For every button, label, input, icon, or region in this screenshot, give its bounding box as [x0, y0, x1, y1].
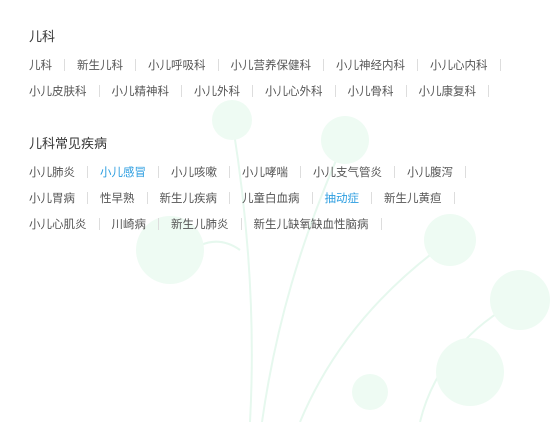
link-item[interactable]: 新生儿科: [77, 57, 148, 83]
link-item[interactable]: 小儿腹泻: [407, 164, 478, 190]
link-label: 小儿心肌炎: [29, 217, 87, 231]
link-label: 新生儿疾病: [159, 191, 218, 205]
link-item[interactable]: 小儿营养保健科: [231, 57, 337, 83]
link-item[interactable]: 性早熟: [100, 190, 160, 216]
link-label: 小儿肺炎: [29, 165, 75, 179]
link-label: 小儿精神科: [111, 84, 170, 98]
link-item[interactable]: 小儿支气管炎: [313, 164, 407, 190]
section-common-diseases: 儿科常见疾病 小儿肺炎 小儿感冒 小儿咳嗽 小儿哮喘 小儿支气管炎 小儿腹泻 小儿胃病 性早熟新…: [29, 135, 539, 242]
link-separator: [64, 59, 65, 71]
link-label: 小儿神经内科: [336, 58, 405, 72]
link-item[interactable]: 川崎病: [112, 216, 172, 242]
link-label: 小儿咳嗽: [171, 165, 217, 179]
link-label: 川崎病: [111, 217, 147, 231]
link-separator: [181, 85, 182, 97]
link-label: 小儿支气管炎: [313, 165, 382, 179]
link-separator: [465, 166, 466, 178]
link-label: 小儿腹泻: [407, 165, 453, 179]
link-item[interactable]: 小儿肺炎: [29, 164, 100, 190]
link-item[interactable]: 小儿骨科: [348, 83, 419, 109]
link-label: 儿童白血病: [242, 191, 300, 205]
link-separator: [146, 192, 148, 204]
link-label: 新生儿科: [77, 58, 123, 72]
link-item[interactable]: 新生儿缺氧缺血性脑病: [254, 216, 394, 242]
link-item[interactable]: 新生儿疾病: [160, 190, 243, 216]
link-separator: [453, 192, 455, 204]
link-label: 小儿胃病: [29, 191, 75, 205]
link-separator: [229, 166, 230, 178]
link-separator: [87, 192, 88, 204]
link-label: 新生儿黄疸: [384, 191, 442, 205]
link-separator: [380, 218, 382, 230]
link-label: 新生儿缺氧缺血性脑病: [253, 217, 369, 231]
link-label: 小儿皮肤科: [29, 84, 87, 98]
link-label: 小儿外科: [194, 84, 240, 98]
link-label: 小儿呼吸科: [148, 58, 206, 72]
link-label: 小儿康复科: [418, 84, 477, 98]
link-separator: [300, 166, 301, 178]
link-item[interactable]: 儿科: [29, 57, 77, 83]
link-item[interactable]: 小儿外科: [194, 83, 265, 109]
link-item[interactable]: 新生儿肺炎: [171, 216, 254, 242]
link-list: 小儿肺炎 小儿感冒 小儿咳嗽 小儿哮喘 小儿支气管炎 小儿腹泻小儿胃病 性早熟 新生儿疾病 儿童…: [29, 164, 534, 242]
link-separator: [158, 218, 159, 230]
link-item[interactable]: 小儿呼吸科: [148, 57, 231, 83]
link-item[interactable]: 小儿神经内科: [336, 57, 430, 83]
bg-flower: [490, 270, 550, 330]
link-separator: [405, 85, 407, 97]
link-item[interactable]: 小儿精神科: [112, 83, 195, 109]
link-separator: [217, 59, 219, 71]
link-separator: [252, 85, 253, 97]
link-item[interactable]: 新生儿黄疸: [384, 190, 467, 216]
bg-flower: [352, 374, 388, 410]
link-item[interactable]: 小儿心内科: [430, 57, 513, 83]
link-separator: [158, 166, 159, 178]
link-separator: [229, 192, 230, 204]
link-separator: [87, 166, 88, 178]
link-label: 小儿感冒: [100, 165, 146, 179]
link-list: 儿科 新生儿科 小儿呼吸科 小儿营养保健科 小儿神经内科 小儿心内科小儿皮肤科 小儿精神科 小…: [29, 57, 534, 109]
link-item[interactable]: 小儿康复科: [419, 83, 502, 109]
link-label: 小儿哮喘: [242, 165, 288, 179]
link-separator: [240, 218, 242, 230]
link-label: 小儿骨科: [347, 84, 394, 98]
link-item[interactable]: 小儿哮喘: [242, 164, 313, 190]
link-separator: [394, 166, 395, 178]
section-title: 儿科: [29, 30, 56, 45]
link-separator: [417, 59, 418, 71]
section-departments: 儿科 儿科 新生儿科 小儿呼吸科 小儿营养保健科 小儿神经内科 小儿心内科 小儿皮肤科 小儿精神…: [29, 28, 539, 109]
link-item[interactable]: 儿童白血病: [242, 190, 325, 216]
link-label: 小儿心内科: [430, 58, 488, 72]
link-item[interactable]: 小儿感冒: [100, 164, 171, 190]
link-item[interactable]: 小儿心外科: [265, 83, 348, 109]
link-separator: [334, 85, 336, 97]
link-separator: [135, 59, 136, 71]
link-label: 儿科: [29, 58, 52, 72]
link-item[interactable]: 小儿皮肤科: [29, 83, 112, 109]
link-item[interactable]: 小儿咳嗽: [171, 164, 242, 190]
link-separator: [488, 85, 489, 97]
link-separator: [98, 85, 100, 97]
link-item[interactable]: 小儿心肌炎: [29, 216, 112, 242]
link-label: 新生儿肺炎: [171, 217, 229, 231]
link-item[interactable]: 小儿胃病: [29, 190, 100, 216]
link-label: 小儿心外科: [265, 84, 323, 98]
link-separator: [323, 59, 324, 71]
department-panel: 儿科 儿科 新生儿科 小儿呼吸科 小儿营养保健科 小儿神经内科 小儿心内科 小儿皮肤科 小儿精神…: [29, 28, 539, 268]
link-separator: [98, 218, 100, 230]
link-label: 性早熟: [100, 191, 135, 205]
link-separator: [311, 192, 313, 204]
link-separator: [371, 192, 372, 204]
link-label: 抽动症: [324, 191, 360, 205]
section-title: 儿科常见疾病: [29, 137, 108, 152]
link-label: 小儿营养保健科: [230, 58, 312, 72]
link-item[interactable]: 抽动症: [325, 190, 385, 216]
bg-flower: [436, 338, 504, 406]
link-separator: [499, 59, 501, 71]
